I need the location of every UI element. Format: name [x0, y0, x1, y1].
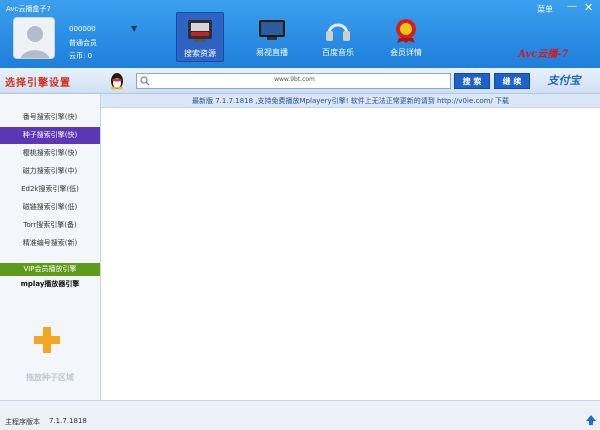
update-notice: 最新版 7.1.7.1818 ,支持免费播放Mplayery引擎! 软件上无法正…	[101, 94, 600, 108]
user-coins: 云币: 0	[69, 52, 93, 60]
brand-logo: Avc云播-7	[518, 49, 569, 60]
user-dropdown-icon[interactable]: ▼	[131, 24, 137, 33]
search-input[interactable]: www.9bt.com	[136, 73, 451, 89]
tab-label: 易视直播	[256, 48, 288, 57]
version-number: 7.1.7.1818	[49, 417, 87, 425]
engine-item[interactable]: 磁力搜索引擎(中)	[0, 163, 100, 180]
vip-badge-icon	[396, 19, 416, 43]
search-toolbar: 选择引擎设置 www.9bt.com 搜 索 继 续 支付宝	[0, 68, 600, 94]
engine-item[interactable]: 樱桃搜索引擎(快)	[0, 145, 100, 162]
menu-button[interactable]: 菜单	[537, 4, 553, 15]
tab-label: 百度音乐	[322, 48, 354, 57]
user-level: 普通会员	[69, 39, 97, 47]
tab-search-resource[interactable]: 搜索资源	[176, 12, 224, 62]
qq-penguin-icon[interactable]	[108, 72, 126, 90]
minimize-button[interactable]: —	[567, 1, 577, 12]
tv-icon	[259, 20, 285, 40]
plus-icon[interactable]	[34, 327, 60, 353]
torrent-drop-zone-label: 拖放种子区域	[26, 373, 74, 382]
headphones-icon	[326, 23, 350, 41]
status-bar: 主程序版本 7.1.7.1818	[0, 400, 600, 430]
tab-label: 会员详情	[390, 48, 422, 57]
search-resource-icon	[188, 20, 212, 42]
scroll-up-arrow-icon[interactable]	[586, 415, 596, 425]
mplay-engine-button[interactable]: mplay播放器引擎	[0, 277, 100, 291]
alipay-logo[interactable]: 支付宝	[540, 73, 588, 89]
search-button[interactable]: 搜 索	[454, 73, 490, 89]
user-silhouette-icon	[14, 18, 54, 58]
engine-item[interactable]: 番号搜索引擎(快)	[0, 109, 100, 126]
search-results-area	[101, 108, 600, 400]
engine-item-active[interactable]: 种子搜索引擎(快)	[0, 127, 100, 144]
app-title: Avc云播盒子7	[6, 5, 51, 13]
engine-item[interactable]: Torr搜索引擎(备)	[0, 217, 100, 234]
close-button[interactable]: ✕	[584, 1, 593, 14]
engine-settings-title[interactable]: 选择引擎设置	[5, 74, 71, 89]
tab-label: 搜索资源	[184, 49, 216, 58]
continue-button[interactable]: 继 续	[494, 73, 530, 89]
engine-item[interactable]: Ed2k搜索引擎(低)	[0, 181, 100, 198]
engine-item[interactable]: 磁链搜索引擎(低)	[0, 199, 100, 216]
avatar[interactable]	[13, 17, 55, 59]
engine-sidebar: 番号搜索引擎(快) 种子搜索引擎(快) 樱桃搜索引擎(快) 磁力搜索引擎(中) …	[0, 94, 101, 400]
tab-vip-details[interactable]: 会员详情	[382, 12, 430, 62]
search-input-value: www.9bt.com	[274, 76, 315, 83]
tab-baidu-music[interactable]: 百度音乐	[314, 12, 362, 62]
vip-engine-button[interactable]: VIP会员播放引擎	[0, 263, 100, 276]
version-label: 主程序版本	[5, 418, 40, 426]
engine-item[interactable]: 精准编号搜索(新)	[0, 235, 100, 252]
tab-live-tv[interactable]: 易视直播	[248, 12, 296, 62]
title-header: Avc云播盒子7 菜单 — ✕ 000000 普通会员 云币: 0 ▼ 搜索资源…	[0, 0, 600, 68]
user-id: 000000	[69, 25, 96, 33]
